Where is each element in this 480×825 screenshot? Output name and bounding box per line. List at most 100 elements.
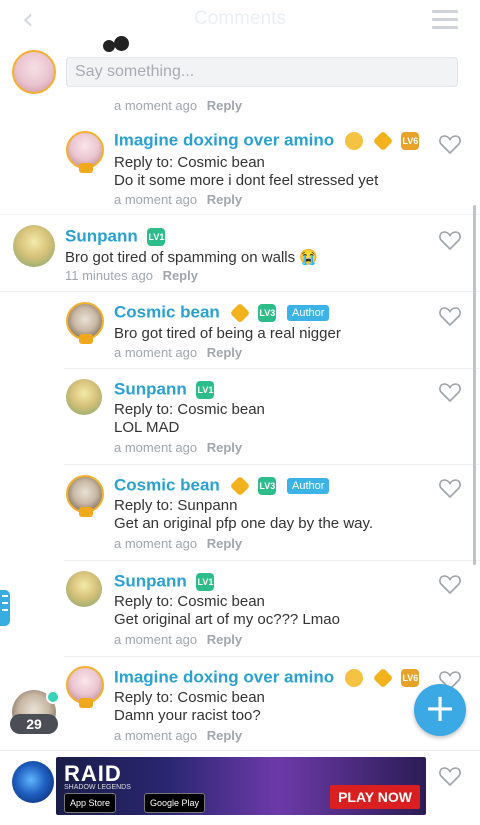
- comment-time: a moment ago: [114, 728, 198, 743]
- ad-subline: SHADOW LEGENDS: [64, 784, 131, 791]
- comment-text: Bro got tired of being a real nigger: [114, 325, 341, 342]
- comment-list: a moment ago Reply Imagine doxing over a…: [0, 98, 480, 748]
- comment-input[interactable]: Say something...: [66, 57, 458, 87]
- comment-item: Sunpann LV1 Reply to: Cosmic bean LOL MA…: [0, 369, 480, 465]
- comment-meta: a moment ago Reply: [114, 345, 242, 360]
- crown-icon: [229, 475, 250, 496]
- compose-bar: Say something...: [0, 48, 480, 100]
- level-badge: LV3: [258, 303, 277, 322]
- reply-to-text: Reply to: Sunpann: [114, 497, 238, 514]
- author-badge: Author: [287, 477, 330, 494]
- heart-icon[interactable]: [438, 305, 462, 327]
- scrollbar[interactable]: [473, 205, 476, 565]
- comment-text: Damn your racist too?: [114, 707, 261, 724]
- reply-button[interactable]: Reply: [207, 345, 242, 360]
- author-name: Cosmic bean: [114, 302, 220, 322]
- reply-button[interactable]: Reply: [207, 98, 242, 113]
- nerd-emoji-icon: [344, 131, 363, 150]
- comment-time: 11 minutes ago: [65, 268, 153, 283]
- ad-avatar[interactable]: [12, 761, 54, 803]
- comment-time: a moment ago: [114, 536, 198, 551]
- avatar[interactable]: [13, 225, 55, 267]
- comment-meta: a moment ago Reply: [114, 192, 242, 207]
- heart-icon[interactable]: [438, 381, 462, 403]
- comment-time: a moment ago: [114, 440, 198, 455]
- comment-author[interactable]: Sunpann LV1: [65, 226, 166, 247]
- author-name: Sunpann: [114, 379, 187, 399]
- comment-item: Cosmic bean LV3 Author Bro got tired of …: [0, 292, 480, 369]
- heart-icon[interactable]: [438, 573, 462, 595]
- comment-text: Get original art of my oc??? Lmao: [114, 611, 340, 628]
- ad-banner[interactable]: RAID SHADOW LEGENDS App Store Google Pla…: [56, 757, 426, 815]
- reply-to-text: Reply to: Cosmic bean: [114, 401, 265, 418]
- comment-item: Sunpann LV1 Bro got tired of spamming on…: [0, 215, 480, 292]
- reply-button[interactable]: Reply: [207, 440, 242, 455]
- comment-meta: 11 minutes ago Reply: [65, 268, 198, 283]
- author-name: Imagine doxing over amino: [114, 667, 335, 687]
- comment-meta: a moment ago Reply: [114, 440, 242, 455]
- author-name: Sunpann: [114, 571, 187, 591]
- comment-author[interactable]: Cosmic bean LV3 Author: [114, 475, 330, 496]
- comment-author[interactable]: Sunpann LV1: [114, 571, 215, 592]
- comment-meta: a moment ago Reply: [114, 632, 242, 647]
- page-title: Comments: [194, 8, 286, 29]
- top-partial-meta: a moment ago Reply: [114, 98, 242, 113]
- crown-icon: [372, 667, 393, 688]
- comment-time: a moment ago: [114, 345, 198, 360]
- level-badge: LV1: [196, 380, 215, 399]
- reply-button[interactable]: Reply: [207, 536, 242, 551]
- comment-author[interactable]: Imagine doxing over amino LV6: [114, 667, 420, 688]
- heart-icon[interactable]: [438, 133, 462, 155]
- online-count-badge[interactable]: 29: [10, 714, 58, 734]
- reply-button[interactable]: Reply: [207, 192, 242, 207]
- app-store-badge[interactable]: App Store: [64, 793, 117, 813]
- menu-icon[interactable]: [432, 10, 458, 30]
- google-play-badge[interactable]: Google Play: [144, 793, 206, 813]
- comment-item: Imagine doxing over amino LV6 Reply to: …: [0, 657, 480, 748]
- ad-choices-icon[interactable]: [398, 761, 422, 773]
- reply-button[interactable]: Reply: [163, 268, 198, 283]
- comment-meta: a moment ago Reply: [114, 728, 242, 743]
- frame-badge-icon: [79, 698, 93, 708]
- reply-to-text: Reply to: Cosmic bean: [114, 154, 265, 171]
- avatar[interactable]: [66, 571, 102, 607]
- comment-meta: a moment ago Reply: [114, 536, 242, 551]
- comment-item: Cosmic bean LV3 Author Reply to: Sunpann…: [0, 465, 480, 561]
- level-badge: LV1: [147, 227, 166, 246]
- comment-text: Bro got tired of spamming on walls 😭: [65, 249, 318, 266]
- comment-item: Imagine doxing over amino LV6 Reply to: …: [0, 125, 480, 215]
- reply-button[interactable]: Reply: [207, 728, 242, 743]
- frame-badge-icon: [79, 507, 93, 517]
- current-user-avatar[interactable]: [12, 50, 56, 94]
- heart-icon[interactable]: [438, 229, 462, 251]
- add-comment-button[interactable]: +: [414, 684, 466, 736]
- author-name: Imagine doxing over amino: [114, 130, 335, 150]
- frame-badge-icon: [79, 334, 93, 344]
- level-badge: LV6: [401, 131, 420, 150]
- reply-to-text: Reply to: Cosmic bean: [114, 689, 265, 706]
- heart-icon[interactable]: [438, 477, 462, 499]
- comment-author[interactable]: Sunpann LV1: [114, 379, 215, 400]
- play-now-button[interactable]: PLAY NOW: [330, 785, 420, 809]
- crown-icon: [229, 302, 250, 323]
- heart-icon[interactable]: [438, 765, 462, 787]
- online-indicator: [46, 690, 60, 704]
- author-badge: Author: [287, 304, 330, 321]
- comment-time: a moment ago: [114, 632, 198, 647]
- crown-icon: [372, 130, 393, 151]
- reply-to-text: Reply to: Cosmic bean: [114, 593, 265, 610]
- comment-time: a moment ago: [114, 192, 198, 207]
- comment-author[interactable]: Cosmic bean LV3 Author: [114, 302, 330, 323]
- author-name: Cosmic bean: [114, 475, 220, 495]
- avatar[interactable]: [66, 379, 102, 415]
- nerd-emoji-icon: [344, 668, 363, 687]
- level-badge: LV3: [258, 476, 277, 495]
- comment-text: Get an original pfp one day by the way.: [114, 515, 374, 532]
- comment-author[interactable]: Imagine doxing over amino LV6: [114, 130, 420, 151]
- comment-text: LOL MAD: [114, 419, 180, 436]
- reply-button[interactable]: Reply: [207, 632, 242, 647]
- side-drawer-tab[interactable]: [0, 590, 10, 626]
- ad-bar: RAID SHADOW LEGENDS App Store Google Pla…: [0, 750, 480, 825]
- frame-badge-icon: [79, 163, 93, 173]
- author-name: Sunpann: [65, 226, 138, 246]
